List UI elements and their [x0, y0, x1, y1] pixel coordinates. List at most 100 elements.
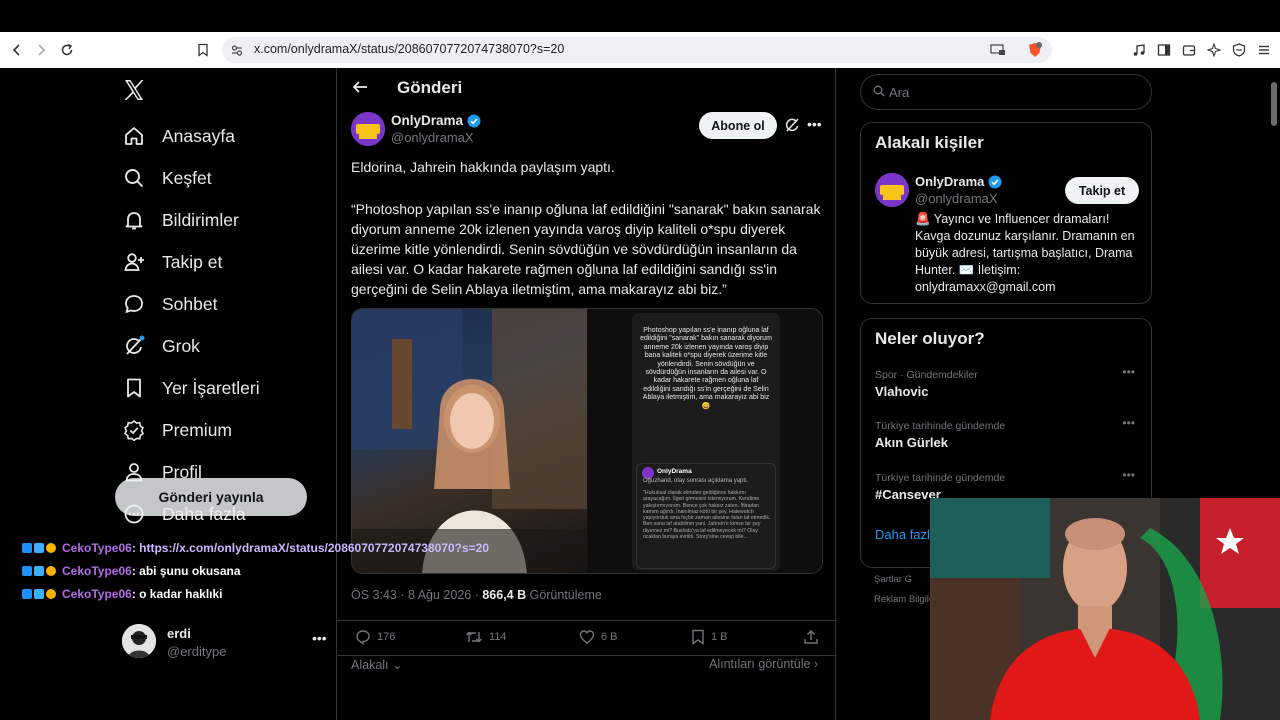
address-bar[interactable]: x.com/onlydramaX/status/2086070772074738…: [222, 37, 1052, 63]
author-name[interactable]: OnlyDrama: [391, 113, 481, 128]
footer-ads-info[interactable]: Reklam Bilgile: [874, 594, 934, 605]
view-quotes-link[interactable]: Alıntıları görüntüle ›: [709, 657, 818, 671]
post-more-icon[interactable]: •••: [807, 116, 822, 132]
nav-premium[interactable]: Premium: [122, 410, 232, 450]
post-text: “Photoshop yapılan ss'e inanıp oğluna la…: [351, 201, 821, 297]
nav-home[interactable]: Anasayfa: [122, 116, 235, 156]
back-arrow-icon[interactable]: [351, 78, 371, 98]
relevant-person-handle[interactable]: @onlydramaX: [915, 191, 998, 206]
bookmark-button[interactable]: 1 B: [691, 629, 728, 645]
search-input[interactable]: Ara: [860, 74, 1152, 110]
chat-text: : https://x.com/onlydramaX/status/208607…: [131, 541, 490, 555]
media-icon[interactable]: [1130, 41, 1148, 59]
grok-icon: [122, 334, 146, 358]
post-header: Gönderi: [337, 68, 837, 110]
relevant-people-title: Alakalı kişiler: [875, 133, 984, 152]
user-handle: @erditype: [167, 644, 227, 659]
follow-label: Takip et: [1078, 183, 1126, 198]
post-media[interactable]: Photoshop yapılan ss'e inanıp oğluna laf…: [351, 308, 823, 574]
more-dots-icon[interactable]: •••: [1122, 416, 1135, 430]
trend-item[interactable]: Spor · Gündemdekiler Vlahovic •••: [875, 365, 1143, 399]
relevant-person-avatar[interactable]: [875, 173, 909, 207]
more-dots-icon[interactable]: •••: [1122, 365, 1135, 379]
x-logo-icon[interactable]: [122, 78, 150, 106]
bookmark-icon: [122, 376, 146, 400]
nav-bookmarks-label: Yer İşaretleri: [162, 377, 260, 398]
user-name: erdi: [167, 626, 191, 641]
repost-button[interactable]: 114: [465, 629, 507, 645]
post-intro: Eldorina, Jahrein hakkında paylaşım yapt…: [351, 159, 615, 175]
post-button-label: Gönderi yayınla: [158, 489, 264, 505]
story-text: Photoshop yapılan ss'e inanıp oğluna laf…: [640, 327, 772, 410]
chat-text: : o kadar haklıki: [131, 587, 223, 601]
more-dots-icon[interactable]: •••: [312, 630, 327, 646]
chat-text: : abi şunu okusana: [131, 564, 241, 578]
search-placeholder: Ara: [889, 85, 910, 100]
forward-icon[interactable]: [32, 41, 50, 59]
chat-badges: [22, 543, 58, 553]
quote-subtitle: Oğuzhand, olay sonrası açıklama yaptı.: [643, 478, 749, 484]
cast-icon[interactable]: [990, 43, 1006, 62]
relevant-people-card: Alakalı kişiler OnlyDrama @onlydramaX Ta…: [860, 122, 1152, 304]
chat-message: CekoType06 : abi şunu okusana: [22, 563, 582, 579]
brave-shield-icon[interactable]: [1027, 42, 1043, 63]
nav-follow[interactable]: Takip et: [122, 242, 222, 282]
grok-explain-icon[interactable]: [784, 117, 802, 135]
nav-chat[interactable]: Sohbet: [122, 284, 217, 324]
share-button[interactable]: [803, 629, 825, 645]
like-button[interactable]: 6 B: [579, 629, 618, 645]
vpn-shield-icon[interactable]: [1230, 41, 1248, 59]
media-photo[interactable]: [352, 309, 587, 573]
subscribe-label: Abone ol: [711, 118, 765, 133]
chevron-down-icon: ⌄: [388, 658, 403, 672]
verified-badge-icon: [122, 418, 146, 442]
sidebar-icon[interactable]: [1155, 41, 1173, 59]
menu-icon[interactable]: [1255, 41, 1273, 59]
show-more-link[interactable]: Daha fazla: [875, 527, 937, 542]
chat-message: CekoType06 : https://x.com/onlydramaX/st…: [22, 540, 582, 556]
author-name-text: OnlyDrama: [391, 113, 464, 128]
scrollbar-thumb[interactable]: [1271, 82, 1277, 126]
search-icon: [122, 166, 146, 190]
wallet-icon[interactable]: [1180, 41, 1198, 59]
post-button[interactable]: Gönderi yayınla: [115, 478, 307, 516]
page-title: Gönderi: [397, 78, 463, 97]
badge-icon: [46, 543, 56, 553]
related-dropdown[interactable]: Alakalı ⌄: [351, 657, 402, 672]
reload-icon[interactable]: [58, 41, 76, 59]
chat-message: CekoType06 : o kadar haklıki: [22, 586, 582, 602]
chat-badges: [22, 566, 58, 576]
subscribe-button[interactable]: Abone ol: [699, 112, 777, 139]
nav-follow-label: Takip et: [162, 251, 223, 272]
chat-badges: [22, 589, 58, 599]
more-dots-icon[interactable]: •••: [1122, 468, 1135, 482]
back-icon[interactable]: [8, 41, 26, 59]
reply-icon: [356, 630, 370, 645]
trend-item[interactable]: Türkiye tarihinde gündemde Akın Gürlek •…: [875, 416, 1143, 450]
nav-bookmarks[interactable]: Yer İşaretleri: [122, 368, 260, 408]
post-actions: 176 114 6 B 1 B: [337, 620, 837, 656]
webcam-overlay: [930, 498, 1280, 720]
nav-grok[interactable]: Grok: [122, 326, 200, 366]
relevant-person-name[interactable]: OnlyDrama: [915, 174, 1002, 189]
bookmark-page-icon[interactable]: [194, 41, 212, 59]
nav-explore[interactable]: Keşfet: [122, 158, 212, 198]
author-handle[interactable]: @onlydramaX: [391, 130, 474, 145]
author-avatar[interactable]: [351, 112, 385, 146]
site-settings-icon[interactable]: [230, 43, 244, 62]
trends-title: Neler oluyor?: [875, 329, 985, 348]
badge-icon: [22, 543, 32, 553]
relevant-person-bio: 🚨 Yayıncı ve Influencer dramaları! Kavga…: [915, 212, 1135, 294]
footer-links[interactable]: Şartlar G: [874, 574, 912, 585]
nav-notifications[interactable]: Bildirimler: [122, 200, 239, 240]
bookmark-count: 1 B: [711, 631, 728, 643]
media-screenshot[interactable]: Photoshop yapılan ss'e inanıp oğluna laf…: [588, 309, 822, 573]
repost-icon: [466, 631, 482, 643]
leo-ai-icon[interactable]: [1205, 41, 1223, 59]
badge-icon: [22, 566, 32, 576]
left-sidebar: Anasayfa Keşfet Bildirimler Takip et Soh…: [110, 68, 340, 720]
reply-button[interactable]: 176: [355, 629, 395, 645]
follow-button[interactable]: Takip et: [1065, 177, 1139, 204]
account-switcher[interactable]: erdi @erditype •••: [122, 620, 332, 668]
verified-check-icon: [988, 175, 1002, 188]
